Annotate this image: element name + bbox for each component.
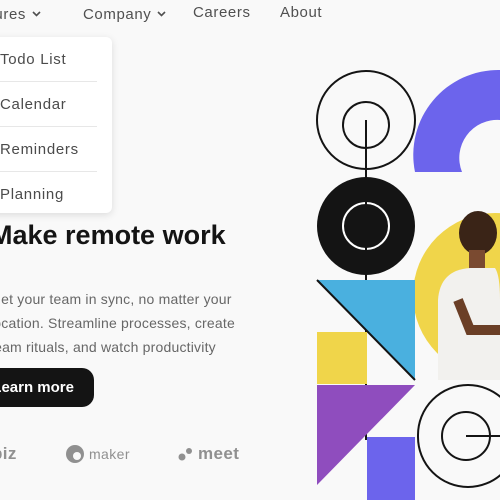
features-dropdown: Todo List Calendar Reminders Planning [0, 37, 112, 213]
nav-features[interactable]: Features [0, 4, 41, 23]
nav-features-label: Features [0, 6, 26, 23]
dropdown-item-todo-list[interactable]: Todo List [0, 37, 97, 82]
meet-logo-label: meet [198, 444, 240, 463]
client-logo-biz: biz [0, 443, 17, 465]
purple-square-shape [367, 437, 415, 500]
client-logo-maker: maker [65, 443, 130, 465]
top-nav: Features Company Careers About [0, 0, 500, 28]
chevron-down-icon [32, 4, 41, 21]
client-logo-meet: meet [178, 443, 239, 465]
chevron-down-icon [157, 4, 166, 21]
dropdown-item-calendar[interactable]: Calendar [0, 82, 97, 127]
biz-logo-label: biz [0, 444, 17, 463]
landing-page: Features Company Careers About Todo List… [0, 0, 500, 500]
yellow-square-shape [317, 332, 367, 384]
geometric-artwork [316, 69, 500, 500]
meet-logo-icon [178, 447, 194, 461]
dropdown-item-reminders[interactable]: Reminders [0, 127, 97, 172]
nav-careers[interactable]: Careers [193, 4, 251, 21]
dropdown-item-planning[interactable]: Planning [0, 172, 97, 216]
maker-logo-icon [65, 444, 85, 464]
nav-company[interactable]: Company [83, 4, 166, 23]
maker-logo-label: maker [89, 446, 130, 462]
nav-about[interactable]: About [280, 4, 322, 21]
purple-arc-shape [413, 69, 500, 172]
hero-headline: Make remote work [0, 220, 226, 250]
learn-more-button[interactable]: Learn more [0, 368, 94, 407]
nav-company-label: Company [83, 6, 152, 23]
